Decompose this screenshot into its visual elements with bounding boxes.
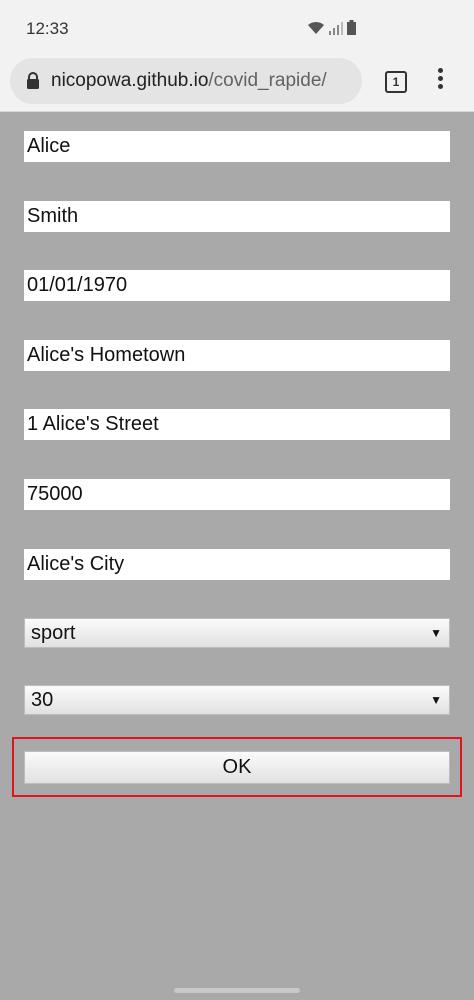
dropdown-arrow-icon: ▼ (430, 626, 442, 640)
birth-date-input[interactable]: 01/01/1970 (24, 270, 450, 301)
tab-switcher-button[interactable]: 1 (385, 71, 407, 93)
dropdown-arrow-icon: ▼ (430, 693, 442, 707)
status-icons (307, 20, 356, 35)
wifi-icon (307, 21, 325, 35)
birth-place-input[interactable]: Alice's Hometown (24, 340, 450, 371)
city-input[interactable]: Alice's City (24, 549, 450, 580)
address-bar[interactable]: nicopowa.github.io/covid_rapide/ (10, 58, 362, 104)
reason-select[interactable]: sport ▼ (24, 618, 450, 648)
status-bar: 12:33 (0, 0, 474, 56)
url-text: nicopowa.github.io/covid_rapide/ (51, 70, 359, 92)
status-time: 12:33 (26, 19, 69, 38)
signal-icon (329, 21, 343, 35)
zip-code-input[interactable]: 75000 (24, 479, 450, 510)
more-menu-icon[interactable] (432, 68, 448, 92)
url-path: /covid_rapide/ (208, 70, 327, 91)
home-indicator[interactable] (174, 988, 300, 993)
ok-button[interactable]: OK (24, 751, 450, 784)
lock-icon (26, 72, 40, 94)
url-domain: nicopowa.github.io (51, 70, 209, 91)
last-name-input[interactable]: Smith (24, 201, 450, 232)
minutes-select-value: 30 (31, 689, 54, 711)
battery-icon (347, 20, 356, 35)
browser-toolbar: nicopowa.github.io/covid_rapide/ 1 (0, 56, 474, 112)
reason-select-value: sport (31, 622, 76, 644)
address-input[interactable]: 1 Alice's Street (24, 409, 450, 440)
minutes-select[interactable]: 30 ▼ (24, 685, 450, 715)
first-name-input[interactable]: Alice (24, 131, 450, 162)
